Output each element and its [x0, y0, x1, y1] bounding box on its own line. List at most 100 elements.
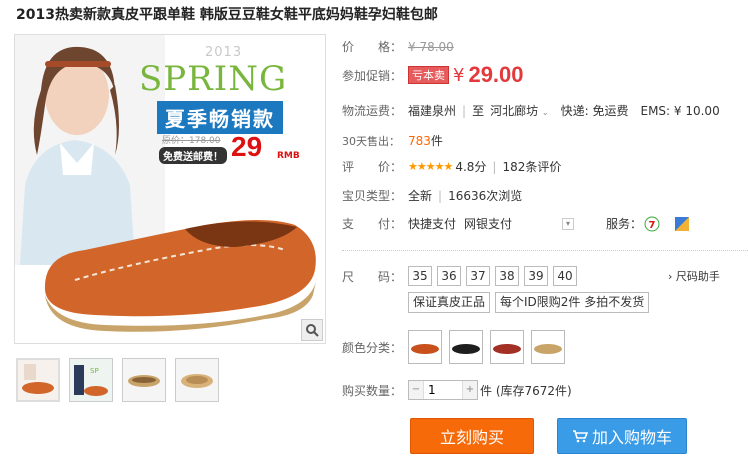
thumbnail-image: [176, 359, 218, 401]
thumbnail-strip: SP: [16, 358, 219, 402]
color-swatch-black[interactable]: [449, 330, 483, 364]
shoe-image: [44, 220, 317, 332]
payment-method-2: 网银支付: [464, 217, 513, 231]
sold-count: 783: [408, 133, 431, 148]
svg-text:SP: SP: [90, 367, 99, 375]
chevron-right-icon: ›: [668, 270, 673, 283]
banner-shipping: 免费送邮费！: [159, 147, 227, 164]
add-to-cart-button[interactable]: 加入购物车: [557, 418, 687, 454]
promo-row: 参加促销： 亏本卖 ¥ 29.00: [342, 62, 524, 88]
banner-year: 2013: [205, 45, 243, 60]
size-option[interactable]: 40: [553, 266, 577, 286]
reviews-link[interactable]: 182条评价: [502, 158, 561, 175]
plus-button[interactable]: +: [463, 381, 477, 399]
color-swatch-beige[interactable]: [531, 330, 565, 364]
buy-now-button[interactable]: 立刻购买: [410, 418, 534, 454]
main-product-image[interactable]: 2013 SPRING 夏季畅销款 原价：178.00 免费送邮费！ 29 RM…: [14, 34, 326, 344]
minus-button[interactable]: −: [409, 381, 423, 399]
thumbnail-caret: [34, 358, 44, 359]
promo-tag: 亏本卖: [408, 66, 449, 84]
shipping-row: 物流运费： 福建泉州 | 至 河北廊坊 ⌄ 快递: 免运费 EMS: ¥ 10.…: [342, 102, 720, 119]
size-label: 尺 码：: [342, 269, 403, 284]
color-swatch-orange[interactable]: [408, 330, 442, 364]
size-option[interactable]: 39: [524, 266, 548, 286]
product-title: 2013热卖新款真皮平跟单鞋 韩版豆豆鞋女鞋平底妈妈鞋孕妇鞋包邮: [16, 7, 438, 23]
payment-label: 支 付：: [342, 217, 403, 231]
tag-option[interactable]: 每个ID限购2件 多拍不发货: [495, 292, 650, 313]
banner-spring: SPRING: [139, 59, 288, 99]
express-fee: 快递: 免运费: [560, 104, 629, 118]
stock-info: 件 (库存7672件): [480, 383, 572, 398]
payment-dropdown-icon[interactable]: ▾: [562, 217, 575, 230]
type-label: 宝贝类型：: [342, 189, 403, 203]
size-option[interactable]: 35: [408, 266, 432, 286]
sold-row: 30天售出： 783 件: [342, 132, 443, 149]
thumbnail-4[interactable]: [175, 358, 219, 402]
thumbnail-image: [18, 360, 58, 400]
quantity-stepper: − +: [408, 380, 478, 400]
view-count: 16636次浏览: [448, 189, 523, 203]
payment-method-1: 快捷支付: [408, 217, 457, 231]
ship-to: 河北廊坊: [490, 104, 539, 118]
size-option[interactable]: 37: [466, 266, 490, 286]
size-helper-link[interactable]: › 尺码助手: [668, 268, 720, 284]
price-label: 价 格：: [342, 40, 403, 54]
banner-summer-label: 夏季畅销款: [157, 101, 283, 134]
color-swatch-red[interactable]: [490, 330, 524, 364]
add-to-cart-label: 加入购物车: [591, 428, 672, 447]
size-row: 尺 码： 35 36 37 38 39 40 › 尺码助手: [342, 266, 720, 286]
banner-old-price: 原价：178.00: [162, 136, 221, 146]
banner-unit: RMB: [277, 151, 300, 161]
rating-score: 4.8分: [455, 160, 487, 174]
payment-row: 支 付： 快捷支付 网银支付 ▾ 服务： 7: [342, 215, 690, 232]
banner-price: 29: [231, 131, 263, 162]
shoe-thumb: [411, 344, 439, 354]
tag-option[interactable]: 保证真皮正品: [408, 292, 491, 313]
magnifier-icon: [306, 324, 319, 337]
ems-fee: EMS: ¥ 10.00: [640, 103, 720, 118]
size-option[interactable]: 38: [495, 266, 519, 286]
thumbnail-2[interactable]: SP: [69, 358, 113, 402]
separator: |: [462, 103, 467, 118]
currency-symbol: ¥: [453, 64, 465, 86]
shoe-thumb: [534, 344, 562, 354]
type-value: 全新: [408, 189, 433, 203]
thumbnail-1[interactable]: [16, 358, 60, 402]
thumbnail-3[interactable]: [122, 358, 166, 402]
thumbnail-image: SP: [70, 359, 112, 401]
shoe-thumb: [493, 344, 521, 354]
seven-day-return-icon: 7: [644, 216, 660, 231]
type-row: 宝贝类型： 全新 | 16636次浏览: [342, 187, 522, 204]
quantity-input[interactable]: [423, 381, 463, 399]
quantity-row: 购买数量： − + 件 (库存7672件): [342, 380, 572, 400]
size-option[interactable]: 36: [437, 266, 461, 286]
color-label: 颜色分类：: [342, 340, 403, 355]
tags-row: 保证真皮正品 每个ID限购2件 多拍不发货: [408, 292, 654, 313]
thumbnail-image: [123, 359, 165, 401]
sold-unit: 件: [430, 134, 443, 148]
svg-text:7: 7: [649, 220, 656, 231]
color-row: 颜色分类：: [342, 330, 572, 364]
shipping-label: 物流运费：: [342, 104, 403, 118]
buy-now-label: 立刻购买: [439, 428, 504, 447]
cart-icon: [572, 430, 588, 443]
chevron-down-icon: ⌄: [541, 108, 549, 117]
ship-to-selector[interactable]: 河北廊坊 ⌄: [490, 102, 549, 119]
rating-row: 评 价： ★★★★★ 4.8分 | 182条评价: [342, 158, 561, 175]
star-rating-icon: ★★★★★: [408, 160, 453, 173]
section-divider: [342, 250, 748, 251]
current-price: 29.00: [468, 62, 524, 87]
rating-label: 评 价：: [342, 160, 403, 174]
service-label: 服务：: [606, 217, 643, 231]
genuine-guarantee-icon: [675, 216, 690, 231]
quantity-label: 购买数量：: [342, 383, 403, 398]
sold-label: 30天售出：: [342, 134, 400, 148]
ship-from: 福建泉州: [408, 104, 457, 118]
original-price: ¥ 78.00: [408, 39, 454, 54]
separator: |: [438, 188, 443, 203]
price-row: 价 格： ¥ 78.00: [342, 38, 454, 55]
size-helper-label: 尺码助手: [675, 270, 720, 283]
shoe-thumb: [452, 344, 480, 354]
zoom-button[interactable]: [301, 319, 323, 341]
separator: |: [492, 159, 497, 174]
